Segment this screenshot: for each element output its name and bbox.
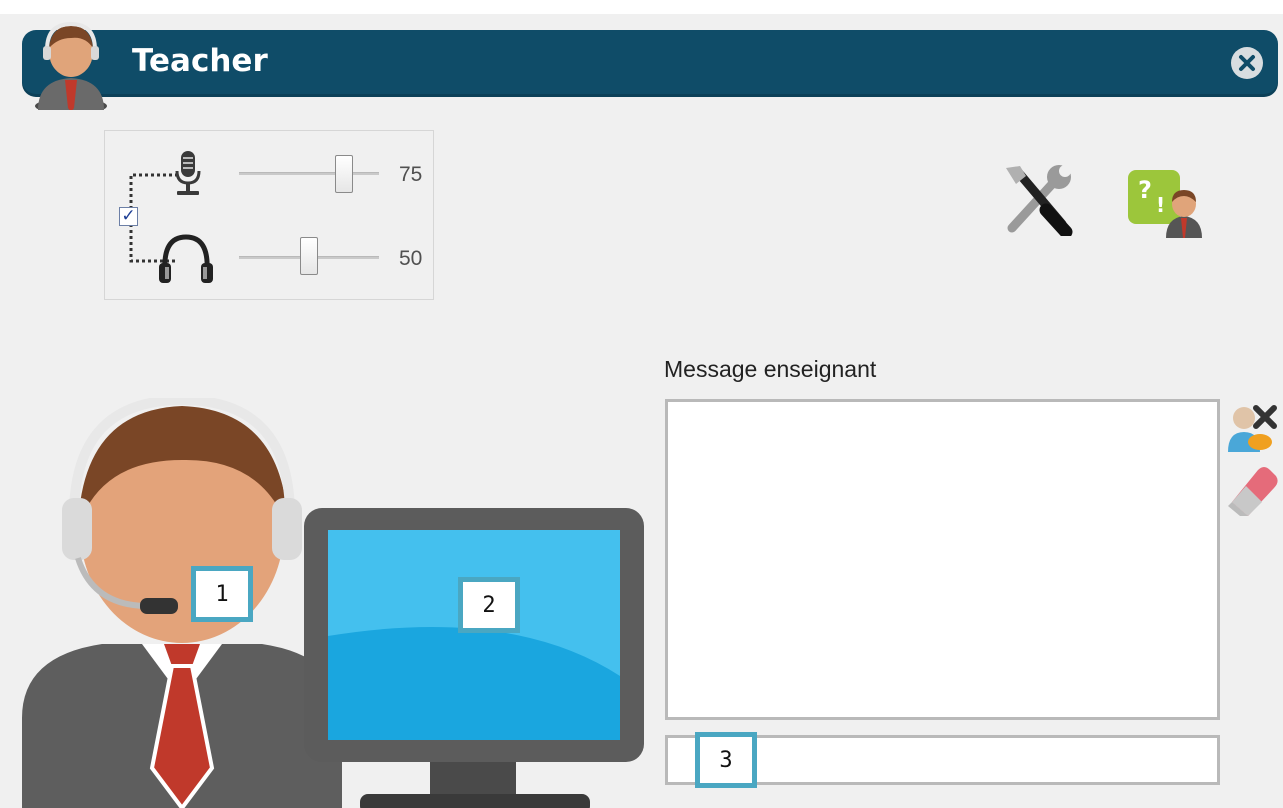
callout-1: 1 xyxy=(191,566,253,622)
teacher-avatar-icon xyxy=(35,21,107,110)
user-remove-icon[interactable] xyxy=(1226,402,1278,454)
microphone-slider-thumb[interactable] xyxy=(335,155,353,193)
top-strip xyxy=(0,0,1283,14)
message-label: Message enseignant xyxy=(664,356,877,382)
tools-icon[interactable] xyxy=(996,162,1080,236)
link-volumes-checkbox[interactable]: ✓ xyxy=(119,207,138,226)
callout-2: 2 xyxy=(458,577,520,633)
headphones-volume-value: 50 xyxy=(399,247,423,270)
audio-settings-panel: ✓ 75 50 xyxy=(104,130,434,300)
microphone-slider-track[interactable] xyxy=(239,172,379,175)
monitor-illustration xyxy=(304,508,644,808)
window-title: Teacher xyxy=(132,43,268,79)
microphone-icon xyxy=(175,151,201,195)
teacher-help-icon[interactable]: ? ! xyxy=(1126,168,1210,238)
close-icon xyxy=(1239,55,1255,71)
svg-text:?: ? xyxy=(1138,176,1152,204)
microphone-volume-value: 75 xyxy=(399,163,423,186)
headphones-icon xyxy=(159,234,213,283)
callout-3: 3 xyxy=(695,732,757,788)
close-button[interactable] xyxy=(1231,47,1263,79)
svg-text:!: ! xyxy=(1156,193,1165,217)
eraser-icon[interactable] xyxy=(1226,462,1280,518)
headphones-slider-thumb[interactable] xyxy=(300,237,318,275)
teacher-message-textarea[interactable] xyxy=(665,399,1220,720)
